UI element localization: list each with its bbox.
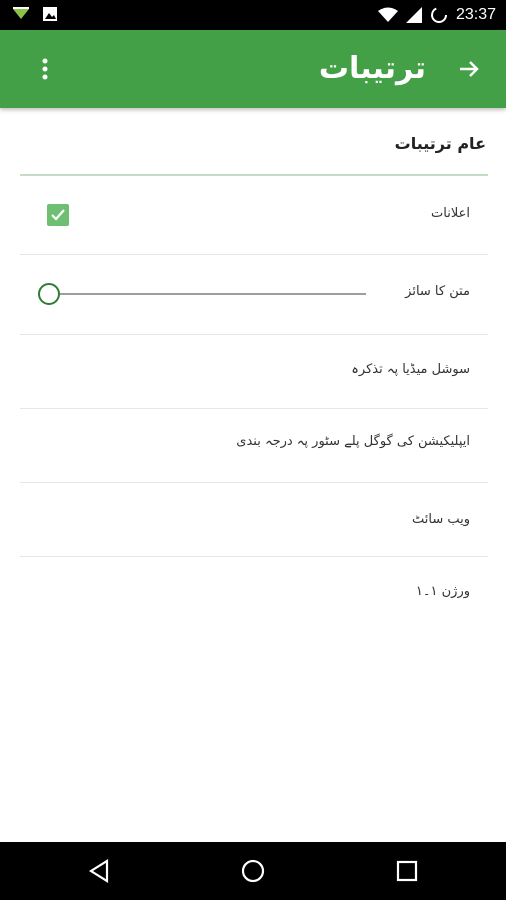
setting-row-social-media[interactable]: سوشل میڈیا پہ تذکرہ: [20, 334, 488, 409]
arrow-right-icon[interactable]: [452, 52, 486, 86]
text-size-slider-track[interactable]: [48, 293, 366, 295]
home-circle-icon[interactable]: [238, 856, 268, 886]
setting-label-social-media: سوشل میڈیا پہ تذکرہ: [351, 362, 470, 377]
page-title: ترتیبات: [318, 51, 426, 86]
setting-label-rate-app: ایپلیکیشن کی گوگل پلے سٹور پہ درجہ بندی: [236, 434, 470, 449]
setting-label-text-size: متن کا سائز: [405, 284, 470, 299]
setting-row-notifications[interactable]: اعلانات: [20, 178, 488, 255]
setting-label-version: ورژن ۱۔۱: [415, 584, 470, 599]
setting-label-website: ویب سائٹ: [411, 512, 470, 527]
more-vert-icon[interactable]: [30, 52, 60, 86]
download-icon: [12, 7, 30, 21]
check-icon: [51, 209, 65, 221]
section-header: عام ترتیبات: [394, 134, 486, 153]
recents-square-icon[interactable]: [392, 856, 422, 886]
image-icon: [42, 6, 58, 22]
section-divider: [20, 174, 488, 176]
wifi-icon: [377, 7, 398, 23]
status-bar: 23:37: [0, 0, 506, 30]
status-time: 23:37: [455, 6, 496, 23]
settings-list: عام ترتیبات اعلانات متن کا سائز سوشل میڈ…: [0, 108, 506, 842]
setting-row-version: ورژن ۱۔۱: [20, 556, 488, 630]
app-bar: ترتیبات: [0, 30, 506, 108]
battery-loading-icon: [430, 6, 448, 24]
back-triangle-icon[interactable]: [84, 856, 114, 886]
notifications-checkbox[interactable]: [47, 204, 69, 226]
text-size-slider-thumb[interactable]: [38, 283, 60, 305]
navigation-bar: [0, 842, 506, 900]
setting-row-text-size[interactable]: متن کا سائز: [20, 254, 488, 335]
setting-label-notifications: اعلانات: [431, 206, 470, 221]
setting-row-rate-app[interactable]: ایپلیکیشن کی گوگل پلے سٹور پہ درجہ بندی: [20, 408, 488, 483]
setting-row-website[interactable]: ویب سائٹ: [20, 482, 488, 557]
signal-icon: [405, 7, 422, 23]
